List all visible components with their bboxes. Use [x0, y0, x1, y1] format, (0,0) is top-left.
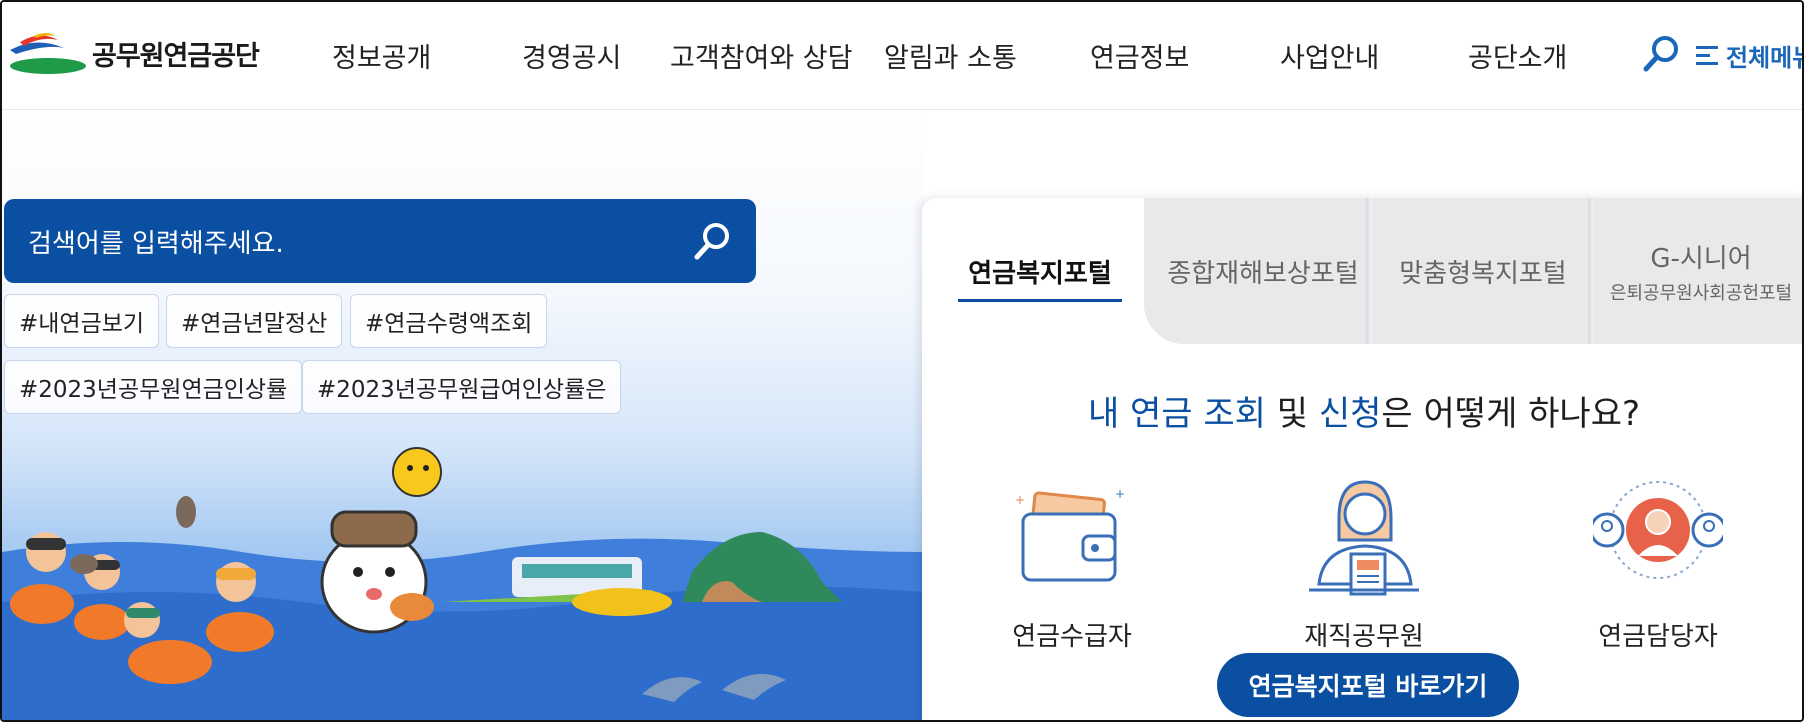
nav-item-business[interactable]: 사업안내: [1280, 36, 1379, 75]
tab-label: 맞춤형복지포털: [1399, 258, 1567, 289]
search-input[interactable]: 검색어를 입력해주세요.: [28, 223, 284, 260]
tab-pension-welfare-portal[interactable]: 연금복지포털: [952, 198, 1128, 344]
role-active-official[interactable]: 재직공무원: [1264, 468, 1464, 653]
question-text: 및: [1265, 394, 1319, 434]
svg-text:+: +: [1115, 487, 1125, 501]
tab-label: 종합재해보상포털: [1167, 258, 1359, 289]
nav-item-news-communication[interactable]: 알림과 소통: [884, 36, 1017, 75]
nav-item-info-disclosure[interactable]: 정보공개: [332, 36, 431, 75]
tab-disaster-compensation-portal[interactable]: 종합재해보상포털: [1150, 198, 1376, 344]
role-label: 연금담당자: [1598, 622, 1718, 652]
tab-custom-welfare-portal[interactable]: 맞춤형복지포털: [1374, 198, 1592, 344]
role-pension-recipient[interactable]: + + 연금수급자: [972, 468, 1172, 653]
site-header: 공무원연금공단 정보공개 경영공시 고객참여와 상담 알림과 소통 연금정보 사…: [2, 2, 1802, 110]
search-icon: [694, 223, 729, 260]
search-icon: [1643, 36, 1678, 72]
search-submit-button[interactable]: [690, 219, 734, 263]
tab-separator: [1366, 198, 1372, 344]
portal-panel: 연금복지포털 종합재해보상포털 맞춤형복지포털 G-시니어 은퇴공무원사회공헌포…: [922, 198, 1802, 720]
hamburger-icon: [1696, 45, 1720, 67]
employee-icon: [1309, 480, 1419, 596]
tab-g-senior-portal[interactable]: G-시니어 은퇴공무원사회공헌포털: [1596, 198, 1802, 344]
tag-2023-salary-rate[interactable]: #2023년공무원급여인상률은: [302, 360, 622, 414]
all-menu-label: 전체메뉴: [1726, 44, 1802, 72]
page-frame: 공무원연금공단 정보공개 경영공시 고객참여와 상담 알림과 소통 연금정보 사…: [0, 0, 1804, 722]
tag-year-end-settlement[interactable]: #연금년말정산: [166, 294, 343, 348]
tag-pension-amount[interactable]: #연금수령액조회: [350, 294, 548, 348]
tab-sublabel: 은퇴공무원사회공헌포털: [1609, 282, 1793, 304]
question-highlight-apply: 신청: [1318, 394, 1382, 434]
tag-my-pension[interactable]: #내연금보기: [4, 294, 160, 348]
logo[interactable]: 공무원연금공단: [6, 28, 260, 78]
nav-item-about[interactable]: 공단소개: [1468, 36, 1567, 75]
role-label: 재직공무원: [1304, 622, 1424, 652]
header-search-button[interactable]: [1642, 34, 1682, 74]
active-tab-underline: [958, 299, 1122, 302]
tag-2023-pension-rate[interactable]: #2023년공무원연금인상률: [4, 360, 303, 414]
nav-item-pension-info[interactable]: 연금정보: [1090, 36, 1189, 75]
main-search-bar[interactable]: 검색어를 입력해주세요.: [4, 199, 756, 283]
tab-label: G-시니어: [1650, 243, 1752, 274]
tab-separator: [1588, 198, 1594, 344]
wallet-icon: + +: [1015, 487, 1125, 582]
logo-emblem-icon: [10, 33, 86, 74]
logo-text: 공무원연금공단: [92, 40, 260, 72]
all-menu-button[interactable]: 전체메뉴: [1696, 38, 1802, 73]
hero-illustration: [2, 447, 924, 720]
tab-label: 연금복지포털: [968, 258, 1112, 289]
role-pension-manager[interactable]: 연금담당자: [1558, 468, 1758, 653]
manager-network-icon: [1593, 481, 1723, 579]
go-pension-portal-button[interactable]: 연금복지포털 바로가기: [1217, 653, 1519, 717]
question-highlight-inquiry: 내 연금 조회: [1087, 394, 1266, 434]
role-label: 연금수급자: [1012, 622, 1132, 652]
svg-text:+: +: [1015, 493, 1025, 507]
nav-item-management-disclosure[interactable]: 경영공시: [522, 36, 621, 75]
question-text: 은 어떻게 하나요?: [1381, 394, 1641, 434]
panel-question: 내 연금 조회 및 신청은 어떻게 하나요?: [922, 386, 1802, 435]
nav-item-customer-participation[interactable]: 고객참여와 상담: [670, 36, 852, 75]
